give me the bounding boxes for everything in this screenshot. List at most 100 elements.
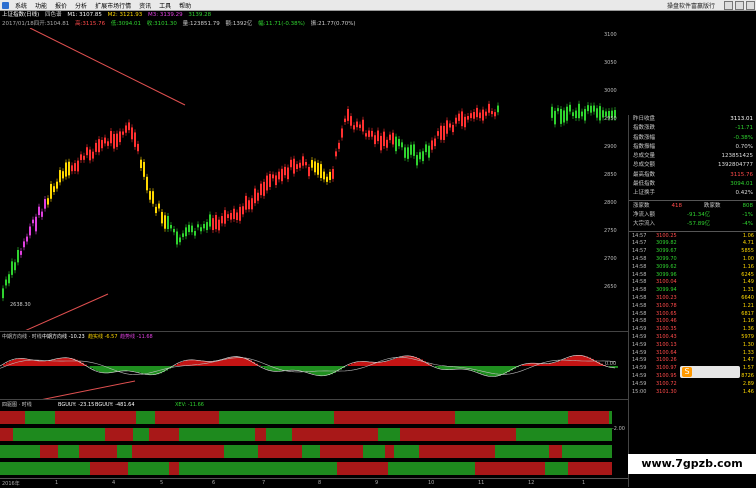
candle-body bbox=[221, 216, 223, 223]
macd-histogram-bar bbox=[570, 357, 573, 366]
menu-item-system[interactable]: 系统 bbox=[11, 1, 31, 10]
menu-item-tools[interactable]: 工具 bbox=[155, 1, 175, 10]
tick-time: 15:00 bbox=[632, 389, 656, 397]
candle-body bbox=[410, 145, 412, 155]
date-tick: 1 bbox=[55, 480, 58, 486]
advance-decline-row: 涨家数 418 跌家数 808 bbox=[629, 202, 756, 211]
candle-body bbox=[383, 132, 385, 146]
tick-price: 3099.94 bbox=[656, 287, 682, 295]
macd-histogram-bar bbox=[477, 366, 480, 373]
tick-time: 14:57 bbox=[632, 233, 656, 241]
tick-time: 14:58 bbox=[632, 279, 656, 287]
tick-time: 14:59 bbox=[632, 334, 656, 342]
flow-label: 净流入额 bbox=[633, 211, 655, 220]
tick-time: 14:58 bbox=[632, 256, 656, 264]
macd-histogram-bar bbox=[411, 356, 414, 366]
candle-body bbox=[314, 161, 316, 172]
date-tick: 6 bbox=[212, 480, 215, 486]
stat-label: 总成交量 bbox=[633, 152, 655, 161]
macd-histogram-bar bbox=[327, 366, 330, 375]
candle-body bbox=[479, 113, 481, 119]
tick-volume: 1.16 bbox=[682, 318, 754, 326]
tick-row: 14:583100.656817 bbox=[629, 311, 756, 319]
candle-body bbox=[389, 135, 391, 141]
macd-histogram-bar bbox=[465, 366, 468, 369]
date-tick: 1 bbox=[582, 480, 585, 486]
macd-histogram-bar bbox=[273, 366, 276, 371]
signal-strip-segment bbox=[90, 462, 128, 475]
signal-strip-segment bbox=[25, 411, 41, 424]
macd-histogram-bar bbox=[54, 359, 57, 366]
candle-body bbox=[392, 133, 394, 145]
macd-histogram-bar bbox=[315, 366, 318, 375]
candle-body bbox=[275, 175, 277, 185]
candle-body bbox=[131, 127, 133, 139]
signal-strip-segment bbox=[302, 445, 320, 458]
signal-strip-segment bbox=[55, 411, 94, 424]
macd-histogram-bar bbox=[294, 366, 297, 370]
macd-histogram-bar bbox=[207, 361, 210, 366]
tick-volume: 1.36 bbox=[682, 326, 754, 334]
price-tick: 2750 bbox=[604, 228, 617, 234]
macd-panel[interactable]: 中期方向线 · 时线 中期方向线 -10.23 趋实线 -6.57 趋势线 -1… bbox=[0, 331, 628, 400]
candlestick-chart[interactable]: 2638.30 3100 3050 3000 2950 2900 2850 28… bbox=[0, 28, 628, 330]
signal-strip-segment bbox=[66, 462, 90, 475]
menu-item-extended-market[interactable]: 扩展市场行情 bbox=[91, 1, 135, 10]
menu-item-function[interactable]: 功能 bbox=[31, 1, 51, 10]
macd-histogram-bar bbox=[123, 366, 126, 371]
signal-strip-segment bbox=[40, 445, 58, 458]
candle-body bbox=[233, 209, 235, 219]
signal-strip-segment bbox=[219, 411, 256, 424]
signal-strip-segment bbox=[58, 445, 79, 458]
signal-strip-segment bbox=[419, 445, 439, 458]
tick-row: 14:593100.261.47 bbox=[629, 357, 756, 365]
stat-row: 昨日收盘3113.01 bbox=[629, 115, 756, 124]
tick-volume: 1.21 bbox=[682, 303, 754, 311]
candle-body bbox=[152, 191, 154, 204]
signal-strip-segment bbox=[27, 462, 66, 475]
strip-value-3: XEV: -11.66 bbox=[175, 402, 204, 408]
macd-histogram-bar bbox=[96, 366, 99, 371]
four-drive-panel[interactable]: 四驱图 · 时线 BGUUY: -23.15 BGUUY: -481.64 XE… bbox=[0, 399, 628, 480]
app-badge[interactable]: S bbox=[680, 366, 740, 378]
menu-item-news[interactable]: 资讯 bbox=[135, 1, 155, 10]
tick-price: 3100.04 bbox=[656, 279, 682, 287]
candle-body bbox=[377, 131, 379, 142]
signal-strip-segment bbox=[448, 428, 463, 441]
tick-price: 3100.43 bbox=[656, 334, 682, 342]
minimize-button[interactable] bbox=[724, 1, 733, 10]
tick-time: 14:58 bbox=[632, 264, 656, 272]
close-button[interactable] bbox=[746, 1, 755, 10]
tick-volume: 1.30 bbox=[682, 342, 754, 350]
candle-body bbox=[593, 106, 595, 112]
candle-body bbox=[38, 207, 40, 215]
tick-time: 14:59 bbox=[632, 373, 656, 381]
ohlc-volume: 量:123851.79 bbox=[183, 21, 220, 27]
signal-strip-segment bbox=[475, 462, 506, 475]
menu-bar: 系统 功能 报价 分析 扩展市场行情 资讯 工具 帮助 操盘软件富赢版行 bbox=[0, 0, 756, 11]
menu-item-quote[interactable]: 报价 bbox=[51, 1, 71, 10]
candle-body bbox=[92, 152, 94, 159]
stat-value: 3113.01 bbox=[730, 115, 753, 124]
macd-histogram-bar bbox=[441, 366, 444, 369]
signal-strip-segment bbox=[455, 411, 501, 424]
candle-body bbox=[368, 131, 370, 137]
candle-body bbox=[209, 214, 211, 226]
menu-item-analysis[interactable]: 分析 bbox=[71, 1, 91, 10]
candle-body bbox=[113, 134, 115, 149]
candle-body bbox=[425, 144, 427, 152]
maximize-button[interactable] bbox=[735, 1, 744, 10]
ohlc-amount: 额:1392亿 bbox=[226, 21, 253, 27]
signal-strip-segment bbox=[440, 428, 448, 441]
signal-strip-segment bbox=[427, 411, 455, 424]
candle-body bbox=[116, 134, 118, 147]
candle-body bbox=[569, 105, 571, 112]
tick-price: 3100.23 bbox=[656, 295, 682, 303]
menu-item-help[interactable]: 帮助 bbox=[175, 1, 195, 10]
macd-histogram-bar bbox=[555, 362, 558, 366]
tick-price: 3100.95 bbox=[656, 373, 682, 381]
signal-strip-segment bbox=[336, 445, 363, 458]
candle-body bbox=[431, 140, 433, 149]
tick-volume: 1.49 bbox=[682, 279, 754, 287]
macd-histogram-bar bbox=[102, 366, 105, 373]
